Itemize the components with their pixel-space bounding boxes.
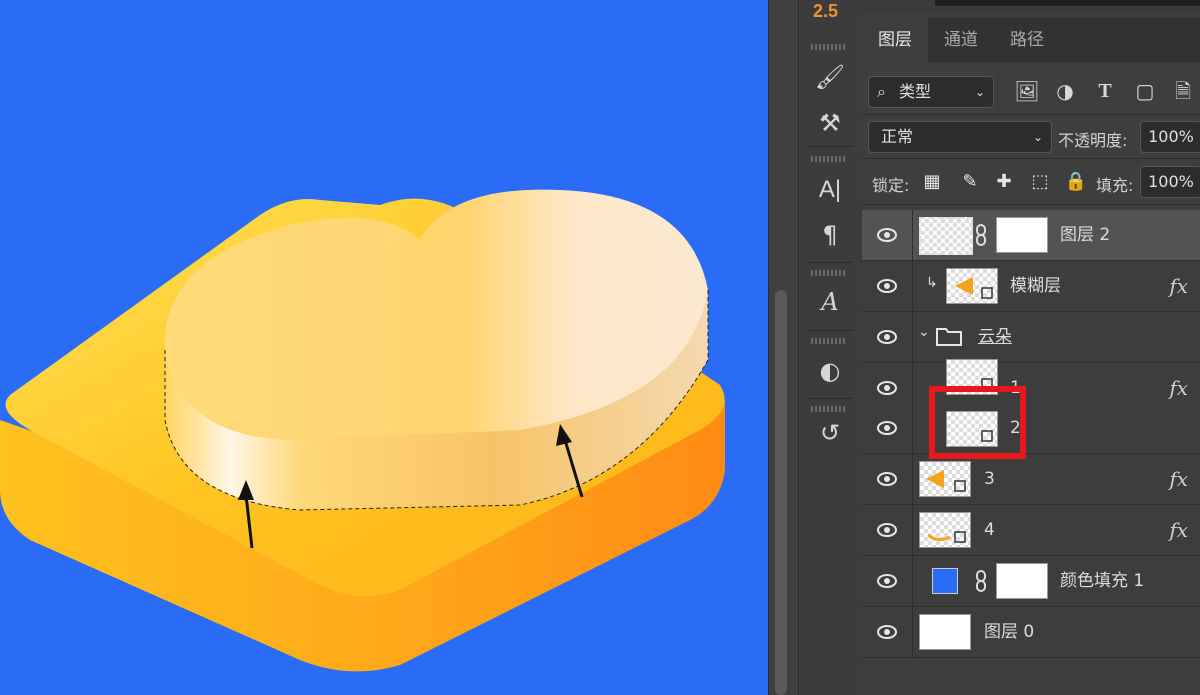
layer-name[interactable]: 图层 0 — [984, 607, 1034, 657]
brush-presets-icon[interactable]: ⚒ — [813, 108, 847, 138]
panel-grip[interactable] — [811, 156, 847, 162]
lock-paint-icon[interactable]: ✎ — [958, 168, 982, 196]
eye-icon[interactable] — [877, 421, 897, 435]
panel-grip[interactable] — [811, 338, 847, 344]
opacity-input[interactable]: 100% — [1140, 121, 1200, 153]
brush-settings-icon[interactable]: 🖌 — [813, 62, 847, 92]
canvas-scrollbar-thumb[interactable] — [775, 290, 787, 695]
panel-grip[interactable] — [811, 44, 847, 50]
panel-grip[interactable] — [811, 270, 847, 276]
opacity-label: 不透明度: — [1058, 131, 1128, 150]
character-panel-icon[interactable]: A| — [813, 175, 847, 205]
panel-icon-strip: 2.5 🖌 ⚒ A| ¶ A ◐ ↺ — [798, 0, 864, 695]
shape-filter-icon[interactable]: ▢ — [1132, 78, 1158, 104]
chevron-down-icon[interactable]: ⌄ — [918, 324, 930, 340]
layer-mask-thumbnail[interactable] — [996, 563, 1048, 599]
lock-position-icon[interactable]: ✚ — [992, 168, 1016, 196]
eye-icon[interactable] — [877, 381, 897, 395]
blend-mode-select[interactable]: 正常 ⌄ — [868, 121, 1052, 153]
layers-panel: 图层 通道 路径 ⌕ 类型 ⌄ 🖼 ◑ T ▢ 🗎 正常 ⌄ 不透明度: 100… — [862, 0, 1200, 695]
layer-name[interactable]: 3 — [984, 454, 995, 504]
layer-row[interactable]: 4 fx — [862, 505, 1200, 556]
layer-name[interactable]: 4 — [984, 505, 995, 555]
shape-layer-badge-icon — [954, 531, 966, 543]
image-filter-icon[interactable]: 🖼 — [1014, 78, 1040, 104]
shape-layer-badge-icon — [954, 480, 966, 492]
fx-icon[interactable]: fx — [1169, 261, 1188, 311]
layer-thumbnail[interactable] — [919, 217, 973, 255]
layer-name[interactable]: 模糊层 — [1010, 261, 1061, 311]
adjustment-filter-icon[interactable]: ◑ — [1052, 78, 1078, 104]
layer-filter-select[interactable]: ⌕ 类型 ⌄ — [868, 76, 994, 108]
adjustments-panel-icon[interactable]: ◐ — [813, 356, 847, 386]
panel-tabs: 图层 通道 路径 — [862, 18, 1200, 62]
eye-icon[interactable] — [877, 574, 897, 588]
shape-layer-badge-icon — [981, 287, 993, 299]
tab-paths[interactable]: 路径 — [994, 18, 1060, 62]
layer-name[interactable]: 云朵 — [978, 312, 1012, 362]
layer-thumbnail[interactable] — [919, 512, 971, 548]
fill-input[interactable]: 100% — [1140, 166, 1200, 198]
paragraph-panel-icon[interactable]: ¶ — [813, 220, 847, 250]
layer-thumbnail[interactable] — [946, 268, 998, 304]
layer-mask-thumbnail[interactable] — [996, 217, 1048, 253]
fill-label: 填充: — [1096, 176, 1134, 195]
layer-row[interactable]: 3 fx — [862, 454, 1200, 505]
layer-group-row[interactable]: ⌄ 云朵 — [862, 312, 1200, 363]
layer-row[interactable]: 图层 2 — [862, 210, 1200, 261]
folder-icon — [936, 328, 962, 346]
version-label: 2.5 — [813, 1, 839, 21]
smart-object-filter-icon[interactable]: 🗎 — [1170, 78, 1196, 104]
glyphs-panel-icon[interactable]: A — [813, 287, 847, 317]
link-icon[interactable] — [974, 570, 988, 592]
eye-icon[interactable] — [877, 625, 897, 639]
fx-icon[interactable]: fx — [1169, 505, 1188, 555]
chevron-down-icon: ⌄ — [1032, 130, 1043, 144]
panel-grip[interactable] — [811, 406, 847, 412]
lock-transparency-icon[interactable]: ▦ — [920, 168, 944, 196]
type-filter-icon[interactable]: T — [1092, 78, 1118, 104]
eye-icon[interactable] — [877, 523, 897, 537]
document-canvas[interactable] — [0, 0, 768, 695]
lock-label: 锁定: — [872, 176, 910, 195]
tab-channels[interactable]: 通道 — [928, 18, 994, 62]
highlight-box — [929, 386, 1026, 459]
eye-icon[interactable] — [877, 279, 897, 293]
search-icon: ⌕ — [877, 82, 886, 101]
layer-name[interactable]: 颜色填充 1 — [1060, 556, 1144, 606]
lock-artboard-icon[interactable]: ⬚ — [1028, 168, 1052, 196]
layer-row[interactable]: ↳ 模糊层 fx — [862, 261, 1200, 312]
eye-icon[interactable] — [877, 472, 897, 486]
layer-row[interactable]: 2 — [862, 403, 1200, 454]
layer-row[interactable]: 图层 0 — [862, 607, 1200, 658]
layer-row[interactable]: 颜色填充 1 — [862, 556, 1200, 607]
illustration — [0, 189, 725, 672]
layer-thumbnail[interactable] — [919, 614, 971, 650]
fx-icon[interactable]: fx — [1169, 454, 1188, 504]
layer-thumbnail[interactable] — [919, 461, 971, 497]
fill-color-swatch[interactable] — [932, 568, 958, 594]
eye-icon[interactable] — [877, 228, 897, 242]
lock-all-icon[interactable]: 🔒 — [1064, 168, 1088, 196]
layer-name[interactable]: 图层 2 — [1060, 210, 1110, 260]
history-panel-icon[interactable]: ↺ — [813, 418, 847, 448]
chevron-down-icon: ⌄ — [974, 85, 985, 99]
link-icon[interactable] — [974, 224, 988, 246]
clipping-arrow-icon: ↳ — [926, 275, 938, 291]
tab-layers[interactable]: 图层 — [862, 18, 928, 62]
eye-icon[interactable] — [877, 330, 897, 344]
